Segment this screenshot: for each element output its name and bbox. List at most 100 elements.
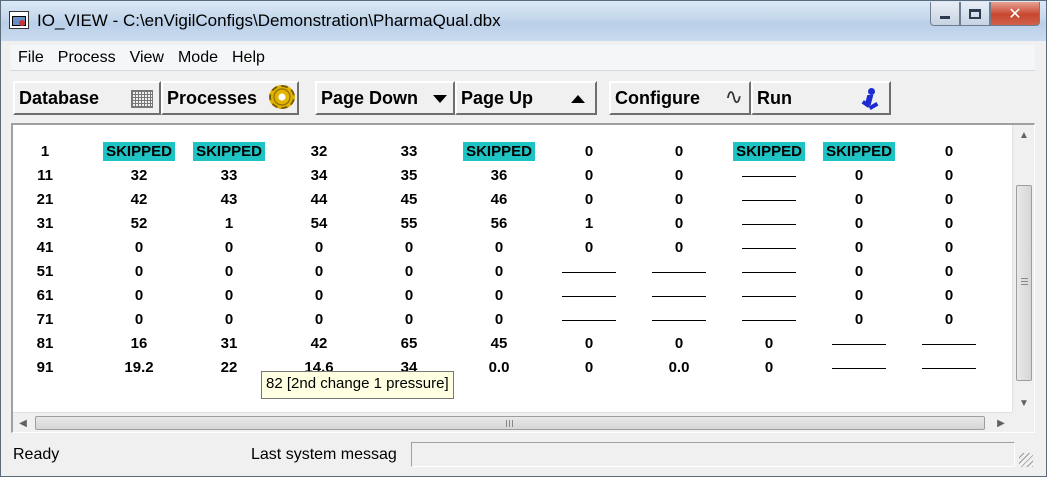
io-cell-skipped[interactable]: SKIPPED (454, 141, 544, 163)
io-cell[interactable]: 0 (274, 309, 364, 331)
io-cell[interactable]: 0 (184, 237, 274, 259)
horizontal-scroll-thumb[interactable] (35, 416, 985, 430)
menu-help[interactable]: Help (225, 49, 272, 67)
io-cell[interactable]: 0 (94, 285, 184, 307)
io-cell[interactable]: 0.0 (634, 357, 724, 379)
io-cell[interactable]: 0 (544, 141, 634, 163)
io-cell[interactable]: 0 (724, 333, 814, 355)
menu-view[interactable]: View (123, 49, 171, 67)
run-button[interactable]: Run (751, 81, 891, 115)
io-cell-empty[interactable] (544, 261, 634, 283)
close-button[interactable]: ✕ (990, 2, 1040, 26)
io-cell[interactable]: 0.0 (454, 357, 544, 379)
io-cell[interactable]: 0 (544, 357, 634, 379)
io-cell[interactable]: 0 (454, 285, 544, 307)
io-cell[interactable]: 52 (94, 213, 184, 235)
io-cell[interactable]: 32 (94, 165, 184, 187)
io-cell[interactable]: 0 (274, 261, 364, 283)
menu-mode[interactable]: Mode (171, 49, 225, 67)
io-cell[interactable]: 0 (364, 285, 454, 307)
processes-button[interactable]: Processes (161, 81, 299, 115)
io-cell[interactable]: 0 (904, 261, 994, 283)
io-cell[interactable]: 0 (904, 165, 994, 187)
io-cell[interactable]: 0 (544, 165, 634, 187)
io-cell[interactable]: 0 (94, 309, 184, 331)
io-cell[interactable]: 0 (184, 285, 274, 307)
io-cell-skipped[interactable]: SKIPPED (724, 141, 814, 163)
app-icon[interactable] (9, 11, 29, 29)
io-cell[interactable]: 65 (364, 333, 454, 355)
page-up-button[interactable]: Page Up (455, 81, 597, 115)
scroll-down-icon[interactable]: ▼ (1013, 393, 1035, 413)
io-cell[interactable]: 0 (454, 237, 544, 259)
io-cell-skipped[interactable]: SKIPPED (94, 141, 184, 163)
io-cell-empty[interactable] (544, 285, 634, 307)
io-cell[interactable]: 35 (364, 165, 454, 187)
io-cell[interactable]: 0 (904, 285, 994, 307)
io-cell[interactable]: 0 (94, 261, 184, 283)
io-cell[interactable]: 55 (364, 213, 454, 235)
resize-grip-icon[interactable] (1019, 453, 1033, 467)
io-cell[interactable]: 0 (634, 213, 724, 235)
io-cell[interactable]: 0 (634, 237, 724, 259)
io-cell[interactable]: 19.2 (94, 357, 184, 379)
io-cell-empty[interactable] (724, 165, 814, 187)
menu-file[interactable]: File (11, 49, 51, 67)
io-cell[interactable]: 1 (544, 213, 634, 235)
io-cell[interactable]: 42 (274, 333, 364, 355)
io-cell[interactable]: 0 (94, 237, 184, 259)
io-cell[interactable]: 33 (364, 141, 454, 163)
minimize-button[interactable] (930, 2, 960, 26)
io-cell[interactable]: 0 (904, 237, 994, 259)
io-cell[interactable]: 34 (274, 165, 364, 187)
vertical-scroll-thumb[interactable] (1016, 185, 1032, 381)
io-cell[interactable]: 0 (814, 165, 904, 187)
io-cell[interactable]: 0 (274, 285, 364, 307)
io-cell-empty[interactable] (724, 213, 814, 235)
io-cell[interactable]: 0 (814, 237, 904, 259)
io-cell[interactable]: 16 (94, 333, 184, 355)
io-cell[interactable]: 42 (94, 189, 184, 211)
io-cell[interactable]: 0 (904, 189, 994, 211)
io-cell-empty[interactable] (814, 357, 904, 379)
database-button[interactable]: Database (13, 81, 161, 115)
scroll-right-icon[interactable]: ▶ (991, 413, 1011, 433)
io-cell[interactable]: 0 (634, 141, 724, 163)
io-cell[interactable]: 0 (814, 261, 904, 283)
io-cell-empty[interactable] (634, 309, 724, 331)
io-cell-skipped[interactable]: SKIPPED (814, 141, 904, 163)
io-cell[interactable]: 0 (814, 285, 904, 307)
io-cell[interactable]: 0 (184, 309, 274, 331)
io-cell-empty[interactable] (904, 357, 994, 379)
io-cell[interactable]: 36 (454, 165, 544, 187)
io-cell[interactable]: 0 (184, 261, 274, 283)
maximize-button[interactable] (960, 2, 990, 26)
io-cell[interactable]: 0 (544, 333, 634, 355)
io-cell-empty[interactable] (634, 261, 724, 283)
io-cell-empty[interactable] (724, 309, 814, 331)
horizontal-scrollbar[interactable]: ◀ ▶ (13, 412, 1013, 432)
io-cell[interactable]: 0 (724, 357, 814, 379)
io-cell-empty[interactable] (904, 333, 994, 355)
io-cell[interactable]: 45 (364, 189, 454, 211)
io-cell[interactable]: 0 (364, 309, 454, 331)
io-cell[interactable]: 0 (814, 189, 904, 211)
io-cell-empty[interactable] (634, 285, 724, 307)
io-cell[interactable]: 0 (634, 189, 724, 211)
io-cell[interactable]: 0 (364, 237, 454, 259)
io-cell[interactable]: 0 (634, 333, 724, 355)
configure-button[interactable]: Configure ∿ (609, 81, 751, 115)
io-cell[interactable]: 56 (454, 213, 544, 235)
menu-process[interactable]: Process (51, 49, 123, 67)
io-cell-empty[interactable] (724, 237, 814, 259)
io-cell[interactable]: 0 (544, 237, 634, 259)
io-cell[interactable]: 0 (814, 213, 904, 235)
io-cell-empty[interactable] (814, 333, 904, 355)
io-cell[interactable]: 0 (454, 261, 544, 283)
io-cell-empty[interactable] (544, 309, 634, 331)
io-cell[interactable]: 0 (274, 237, 364, 259)
io-cell[interactable]: 0 (634, 165, 724, 187)
io-cell-empty[interactable] (724, 261, 814, 283)
io-cell[interactable]: 45 (454, 333, 544, 355)
io-cell[interactable]: 0 (904, 141, 994, 163)
